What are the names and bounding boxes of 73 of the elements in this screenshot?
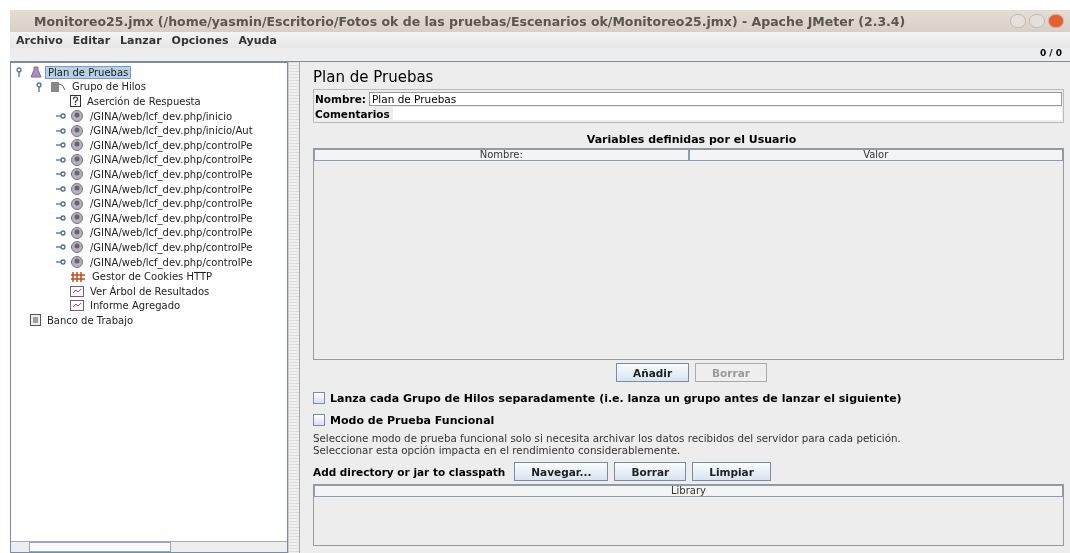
name-label: Nombre: xyxy=(315,92,366,105)
functional-mode-note: Seleccione modo de prueba funcional solo si necesita archivar los datos recibidos del servidor para cada petición. Seleccionar esta opción impacta en el rendimiento considerablemente. xyxy=(313,432,902,456)
pot-icon xyxy=(70,212,84,225)
tree-item[interactable]: /GINA/web/lcf_dev.php/controlPe xyxy=(87,240,256,254)
collapsed-handle-icon[interactable] xyxy=(55,184,67,195)
tree-item[interactable]: Plan de Pruebas xyxy=(45,65,132,79)
flask-icon xyxy=(30,66,42,79)
menu-item[interactable]: Lanzar xyxy=(120,33,162,47)
chart-icon xyxy=(70,285,84,297)
window-title: Monitoreo25.jmx (/home/yasmin/Escritorio/Fotos ok de las pruebas/Escenarios ok/Monitoreo25.jmx) - Apache JMeter (2.3.4) xyxy=(34,13,906,29)
pot-icon xyxy=(70,139,84,152)
collapsed-handle-icon[interactable] xyxy=(55,242,67,253)
tree-item[interactable]: /GINA/web/lcf_dev.php/controlPe xyxy=(87,167,256,181)
tree-item[interactable]: /GINA/web/lcf_dev.php/inicio xyxy=(87,109,236,123)
spool-icon xyxy=(50,80,66,93)
fence-icon xyxy=(70,270,86,283)
tree-item[interactable]: Aserción de Respuesta xyxy=(84,95,204,108)
collapsed-handle-icon[interactable] xyxy=(55,125,67,136)
tree-item[interactable]: /GINA/web/lcf_dev.php/controlPe xyxy=(87,255,256,269)
tree-item[interactable]: /GINA/web/lcf_dev.php/controlPe xyxy=(87,153,256,167)
variables-heading: Variables definidas por el Usuario xyxy=(585,133,798,146)
panel-title: Plan de Pruebas xyxy=(313,68,435,86)
tree-item[interactable]: /GINA/web/lcf_dev.php/controlPe xyxy=(87,211,256,225)
classpath-button[interactable]: Limpiar xyxy=(692,462,771,481)
column-header[interactable]: Valor xyxy=(688,149,1063,161)
checkbox-label: Modo de Prueba Funcional xyxy=(330,413,495,427)
menu-item[interactable]: Opciones xyxy=(171,33,229,47)
tree-item[interactable]: /GINA/web/lcf_dev.php/controlPe xyxy=(87,182,256,196)
tree-item[interactable]: /GINA/web/lcf_dev.php/controlPe xyxy=(87,138,256,152)
tree-item[interactable]: Gestor de Cookies HTTP xyxy=(89,270,216,284)
pot-icon xyxy=(70,197,84,210)
tree-item[interactable]: /GINA/web/lcf_dev.php/controlPe xyxy=(87,226,256,240)
collapsed-handle-icon[interactable] xyxy=(55,169,67,180)
collapsed-handle-icon[interactable] xyxy=(55,213,67,224)
comments-label: Comentarios xyxy=(315,107,390,120)
tree-item[interactable]: /GINA/web/lcf_dev.php/controlPe xyxy=(87,197,256,211)
pot-icon xyxy=(70,124,84,137)
classpath-button[interactable]: Navegar... xyxy=(514,462,609,481)
collapsed-handle-icon[interactable] xyxy=(55,111,67,122)
pot-icon xyxy=(70,226,84,239)
thread-count: 0 / 0 xyxy=(1039,48,1062,60)
tree-item[interactable]: /GINA/web/lcf_dev.php/inicio/Aut xyxy=(87,124,256,138)
collapsed-handle-icon[interactable] xyxy=(55,227,67,238)
menu-item[interactable]: Editar xyxy=(72,33,111,47)
checkbox[interactable] xyxy=(313,414,325,426)
classpath-button[interactable]: Borrar xyxy=(614,462,687,481)
pot-icon xyxy=(70,153,84,166)
tree-item[interactable]: Grupo de Hilos xyxy=(69,80,149,94)
pot-icon xyxy=(70,256,84,268)
name-field[interactable]: Plan de Pruebas xyxy=(368,91,1062,106)
table-button[interactable]: Añadir xyxy=(616,363,690,382)
collapsed-handle-icon[interactable] xyxy=(55,257,67,267)
horizontal-scrollbar[interactable] xyxy=(11,541,287,552)
column-header[interactable]: Library xyxy=(314,485,1063,497)
pot-icon xyxy=(70,168,84,181)
clipboard-icon xyxy=(30,314,41,327)
collapsed-handle-icon[interactable] xyxy=(55,140,67,151)
menu-item[interactable]: Ayuda xyxy=(238,33,277,47)
column-header[interactable]: Nombre: xyxy=(314,149,689,161)
chart-icon xyxy=(70,300,84,312)
checkbox-label: Lanza cada Grupo de Hilos separadamente (i.e. lanza un grupo antes de lanzar el siguiente) xyxy=(330,391,902,405)
tree-item[interactable]: Banco de Trabajo xyxy=(44,313,137,327)
collapsed-handle-icon[interactable] xyxy=(55,154,67,165)
question-icon xyxy=(70,95,81,108)
tree-item[interactable]: Informe Agregado xyxy=(87,299,184,313)
pot-icon xyxy=(70,110,84,123)
tree-item[interactable]: Ver Árbol de Resultados xyxy=(87,284,213,298)
pot-icon xyxy=(70,183,84,196)
checkbox[interactable] xyxy=(313,392,325,404)
classpath-label: Add directory or jar to classpath xyxy=(313,465,506,478)
pot-icon xyxy=(70,241,84,254)
menu-item[interactable]: Archivo xyxy=(16,33,63,47)
collapsed-handle-icon[interactable] xyxy=(55,198,67,209)
